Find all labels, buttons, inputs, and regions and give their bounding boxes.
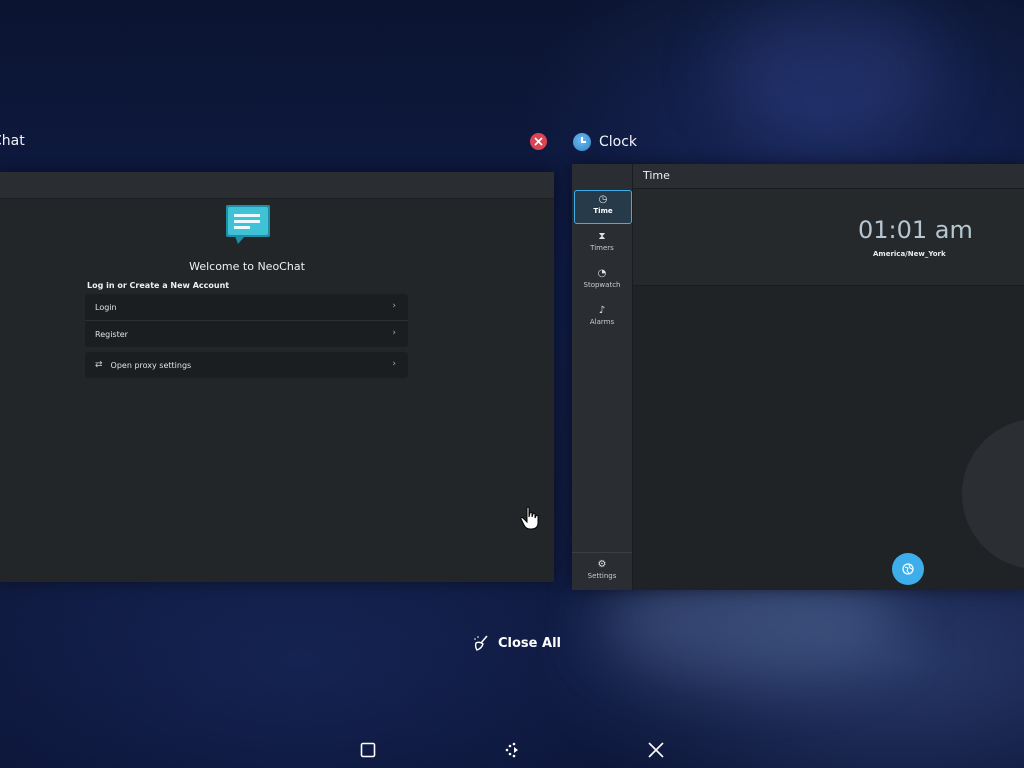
wallpaper-glow bbox=[720, 0, 940, 140]
broom-icon bbox=[474, 635, 488, 651]
proxy-settings-label: Open proxy settings bbox=[110, 360, 192, 370]
close-button[interactable] bbox=[644, 738, 668, 762]
clock-app-icon bbox=[573, 133, 591, 151]
time-card: 01:01 am America/New_York bbox=[633, 189, 1024, 286]
sidebar-item-label: Time bbox=[593, 207, 613, 215]
chevron-right-icon: › bbox=[392, 328, 396, 338]
task-title-label: Chat bbox=[0, 133, 25, 149]
neochat-window-preview[interactable]: Welcome to NeoChat Log in or Create a Ne… bbox=[0, 172, 554, 582]
overview-button[interactable] bbox=[356, 738, 380, 762]
sidebar-item-label: Stopwatch bbox=[583, 281, 621, 289]
task-switcher-button[interactable] bbox=[500, 738, 524, 762]
clock-sidebar: ◷ Time ⧗ Timers ◔ Stopwatch ♪ Alarms ⚙ S… bbox=[572, 164, 633, 590]
close-all-label: Close All bbox=[498, 635, 561, 651]
add-timezone-button[interactable] bbox=[892, 553, 924, 585]
clock-window-preview[interactable]: ◷ Time ⧗ Timers ◔ Stopwatch ♪ Alarms ⚙ S… bbox=[572, 164, 1024, 590]
account-options: Login › Register › bbox=[85, 294, 408, 347]
register-label: Register bbox=[95, 329, 128, 339]
stopwatch-icon: ◔ bbox=[597, 268, 607, 279]
sidebar-item-time[interactable]: ◷ Time bbox=[574, 190, 632, 224]
sidebar-item-stopwatch[interactable]: ◔ Stopwatch bbox=[574, 265, 630, 297]
register-item[interactable]: Register › bbox=[85, 320, 408, 347]
settings-icon: ⚙ bbox=[597, 559, 607, 570]
sidebar-item-timers[interactable]: ⧗ Timers bbox=[574, 228, 630, 260]
login-item[interactable]: Login › bbox=[85, 294, 408, 320]
page-header: Time bbox=[633, 164, 1024, 189]
login-label: Login bbox=[95, 302, 117, 312]
close-all-button[interactable]: Close All bbox=[472, 634, 561, 652]
sidebar-item-label: Timers bbox=[590, 244, 614, 252]
hand-cursor-icon bbox=[520, 506, 539, 530]
page-title: Time bbox=[643, 169, 670, 182]
task-title-label: Clock bbox=[599, 134, 638, 150]
neochat-logo-icon bbox=[226, 205, 270, 244]
close-icon bbox=[534, 137, 543, 146]
close-icon bbox=[648, 742, 664, 758]
window-toolbar bbox=[0, 172, 554, 199]
globe-decoration-icon bbox=[962, 419, 1024, 569]
bell-icon: ♪ bbox=[598, 305, 606, 316]
account-subheading: Log in or Create a New Account bbox=[87, 281, 230, 290]
dots-switcher-icon bbox=[505, 742, 518, 758]
chevron-right-icon: › bbox=[392, 301, 396, 311]
sidebar-divider bbox=[572, 552, 632, 553]
sidebar-item-label: Settings bbox=[587, 572, 617, 580]
welcome-heading: Welcome to NeoChat bbox=[189, 260, 305, 273]
timer-icon: ⧗ bbox=[598, 231, 606, 242]
timezone-label: America/New_York bbox=[873, 250, 946, 258]
task-title-neochat[interactable]: Chat bbox=[0, 133, 25, 149]
chevron-right-icon: › bbox=[392, 359, 396, 369]
sliders-icon: ⇄ bbox=[95, 360, 103, 370]
task-title-clock[interactable]: Clock bbox=[573, 133, 637, 151]
sidebar-item-settings[interactable]: ⚙ Settings bbox=[574, 556, 630, 588]
proxy-settings-item[interactable]: ⇄ Open proxy settings › bbox=[85, 352, 408, 378]
current-time: 01:01 am bbox=[858, 216, 973, 244]
sidebar-item-alarms[interactable]: ♪ Alarms bbox=[574, 302, 630, 334]
close-task-button[interactable] bbox=[530, 133, 547, 150]
square-icon bbox=[360, 742, 376, 758]
globe-icon bbox=[902, 563, 914, 575]
sidebar-item-label: Alarms bbox=[589, 318, 615, 326]
proxy-options: ⇄ Open proxy settings › bbox=[85, 352, 408, 378]
clock-icon: ◷ bbox=[598, 194, 608, 205]
